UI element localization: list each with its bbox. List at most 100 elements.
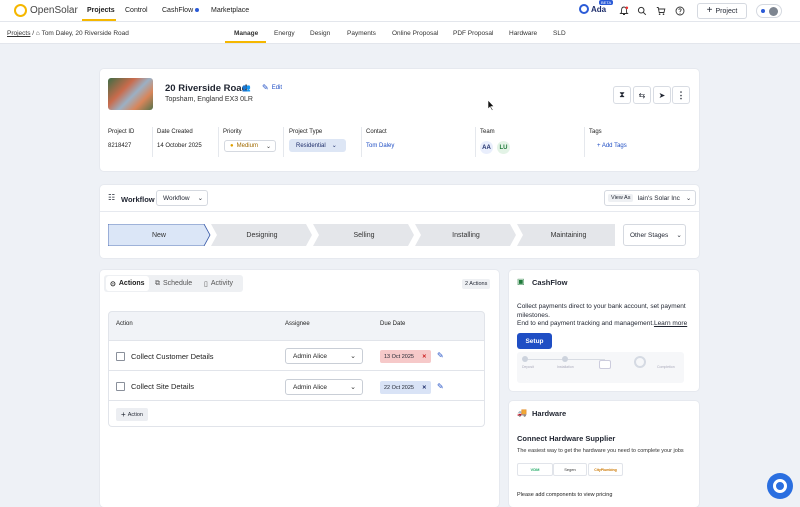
divider — [218, 127, 219, 157]
beta-badge: BETA — [599, 0, 614, 5]
edit-address-button[interactable]: ✎ Edit — [262, 83, 282, 92]
team-member-avatar[interactable]: AA — [480, 141, 493, 154]
assignee-select[interactable]: Admin Alice ⌄ — [285, 379, 363, 395]
opensolar-logo[interactable]: OpenSolar — [14, 4, 78, 17]
tab-online-proposal[interactable]: Online Proposal — [392, 30, 438, 37]
add-action-button[interactable]: + Action — [116, 408, 148, 421]
cashflow-tracking-text: End to end payment tracking and manageme… — [517, 320, 654, 327]
truck-icon: 🚚 — [517, 408, 527, 417]
help-icon[interactable] — [675, 6, 685, 16]
supplier-logo-segen[interactable]: Segen — [553, 463, 587, 476]
status-dot — [761, 9, 765, 13]
project-type-select[interactable]: Residential ⌄ — [289, 139, 346, 152]
date-created-label: Date Created — [157, 129, 193, 135]
team-member-avatar[interactable]: LU — [497, 141, 510, 154]
chat-support-button[interactable] — [767, 473, 793, 499]
hardware-title: Hardware — [532, 409, 567, 418]
ada-assistant-button[interactable]: Ada — [579, 4, 606, 14]
cashflow-setup-button[interactable]: Setup — [517, 333, 552, 349]
stage-designing[interactable]: Designing — [211, 224, 313, 246]
nav-control[interactable]: Control — [125, 7, 148, 14]
add-tags-button[interactable]: + Add Tags — [597, 143, 627, 149]
nav-marketplace[interactable]: Marketplace — [211, 7, 249, 14]
tab-design[interactable]: Design — [310, 30, 330, 37]
actions-count-badge: 2 Actions — [462, 279, 491, 289]
supplier-logo-cityplumbing[interactable]: CityPlumbing — [588, 463, 623, 476]
owner-icon: 👥 — [242, 85, 251, 92]
tab-pdf-proposal[interactable]: PDF Proposal — [453, 30, 493, 37]
send-button[interactable]: ➤ — [653, 86, 671, 104]
cashflow-icon: ▣ — [517, 277, 525, 286]
active-nav-indicator — [82, 19, 116, 21]
chevron-down-icon: ⌄ — [350, 353, 356, 360]
home-icon: ⌂ — [35, 30, 40, 37]
cashflow-illustration: Deposit Installation Completion — [517, 352, 684, 383]
new-project-label: Project — [715, 7, 738, 15]
column-header-action: Action — [116, 321, 133, 327]
priority-select[interactable]: ● Medium ⌄ — [224, 140, 276, 152]
due-date-chip[interactable]: 22 Oct 2025 ✕ — [380, 381, 431, 394]
logo-icon — [14, 4, 27, 17]
tab-payments[interactable]: Payments — [347, 30, 376, 37]
edit-due-date-icon[interactable]: ✎ — [437, 351, 444, 360]
breadcrumb-projects-link[interactable]: Projects — [7, 30, 30, 37]
project-type-value: Residential — [296, 142, 326, 149]
contact-link[interactable]: Tom Daley — [366, 143, 394, 149]
due-date-chip[interactable]: 13 Oct 2025 ✕ — [380, 350, 431, 363]
column-header-assignee: Assignee — [285, 321, 310, 327]
more-options-button[interactable]: ⋮ — [672, 86, 690, 104]
task-checkbox[interactable] — [116, 382, 125, 391]
share-button[interactable]: ⇆ — [633, 86, 651, 104]
date-created-value: 14 October 2025 — [157, 143, 202, 149]
workflow-select[interactable]: Workflow ⌄ — [156, 190, 208, 206]
pencil-icon: ✎ — [262, 83, 269, 92]
cart-icon[interactable] — [656, 6, 666, 16]
search-icon[interactable] — [637, 6, 647, 16]
assignee-select[interactable]: Admin Alice ⌄ — [285, 348, 363, 364]
chevron-down-icon: ⌄ — [265, 143, 271, 150]
tab-schedule[interactable]: ⧉ Schedule — [151, 276, 196, 291]
stage-new[interactable]: New — [108, 224, 210, 246]
nav-cashflow-label: CashFlow — [162, 7, 194, 14]
history-button[interactable]: ⧗ — [613, 86, 631, 104]
actions-icon: ⊙ — [110, 280, 116, 288]
hardware-heading: Connect Hardware Supplier — [517, 434, 616, 443]
supplier-logo-vdm[interactable]: VDM — [517, 463, 553, 476]
tab-actions-label: Actions — [118, 280, 145, 287]
stage-maintaining[interactable]: Maintaining — [517, 224, 620, 246]
tab-sld[interactable]: SLD — [553, 30, 566, 37]
tab-hardware[interactable]: Hardware — [509, 30, 537, 37]
clear-date-icon[interactable]: ✕ — [422, 385, 427, 391]
milestone-label: Installation — [557, 365, 574, 369]
table-footer — [108, 401, 485, 427]
view-as-select[interactable]: View As Iain's Solar Inc ⌄ — [604, 190, 696, 206]
nav-projects[interactable]: Projects — [87, 7, 115, 14]
property-photo[interactable] — [108, 78, 153, 110]
milestone-label: Completion — [657, 365, 675, 369]
cashflow-line2: End to end payment tracking and manageme… — [517, 320, 699, 327]
supplier-name: Segen — [564, 467, 576, 472]
tab-energy[interactable]: Energy — [274, 30, 295, 37]
stage-installing[interactable]: Installing — [415, 224, 517, 246]
user-menu[interactable] — [756, 4, 782, 18]
tab-manage[interactable]: Manage — [234, 30, 258, 37]
notification-bell-icon[interactable] — [619, 6, 629, 16]
new-project-button[interactable]: + Project — [697, 3, 747, 19]
clear-date-icon[interactable]: ✕ — [422, 354, 427, 360]
divider — [283, 127, 284, 157]
learn-more-link[interactable]: Learn more — [654, 320, 687, 327]
other-stages-select[interactable]: Other Stages ⌄ — [623, 224, 686, 246]
stage-selling[interactable]: Selling — [313, 224, 415, 246]
chevron-down-icon: ⌄ — [331, 143, 337, 149]
add-tags-label: Add Tags — [601, 143, 627, 149]
send-icon: ➤ — [658, 90, 666, 100]
tab-actions[interactable]: ⊙ Actions — [106, 276, 149, 291]
task-checkbox[interactable] — [116, 352, 125, 361]
new-indicator-dot — [195, 8, 200, 13]
milestone-dot-icon — [522, 356, 528, 362]
activity-icon: ▯ — [204, 280, 208, 288]
nav-cashflow[interactable]: CashFlow — [162, 7, 200, 14]
tab-activity[interactable]: ▯ Activity — [200, 276, 237, 291]
column-header-due-date: Due Date — [380, 321, 406, 327]
edit-due-date-icon[interactable]: ✎ — [437, 382, 444, 391]
